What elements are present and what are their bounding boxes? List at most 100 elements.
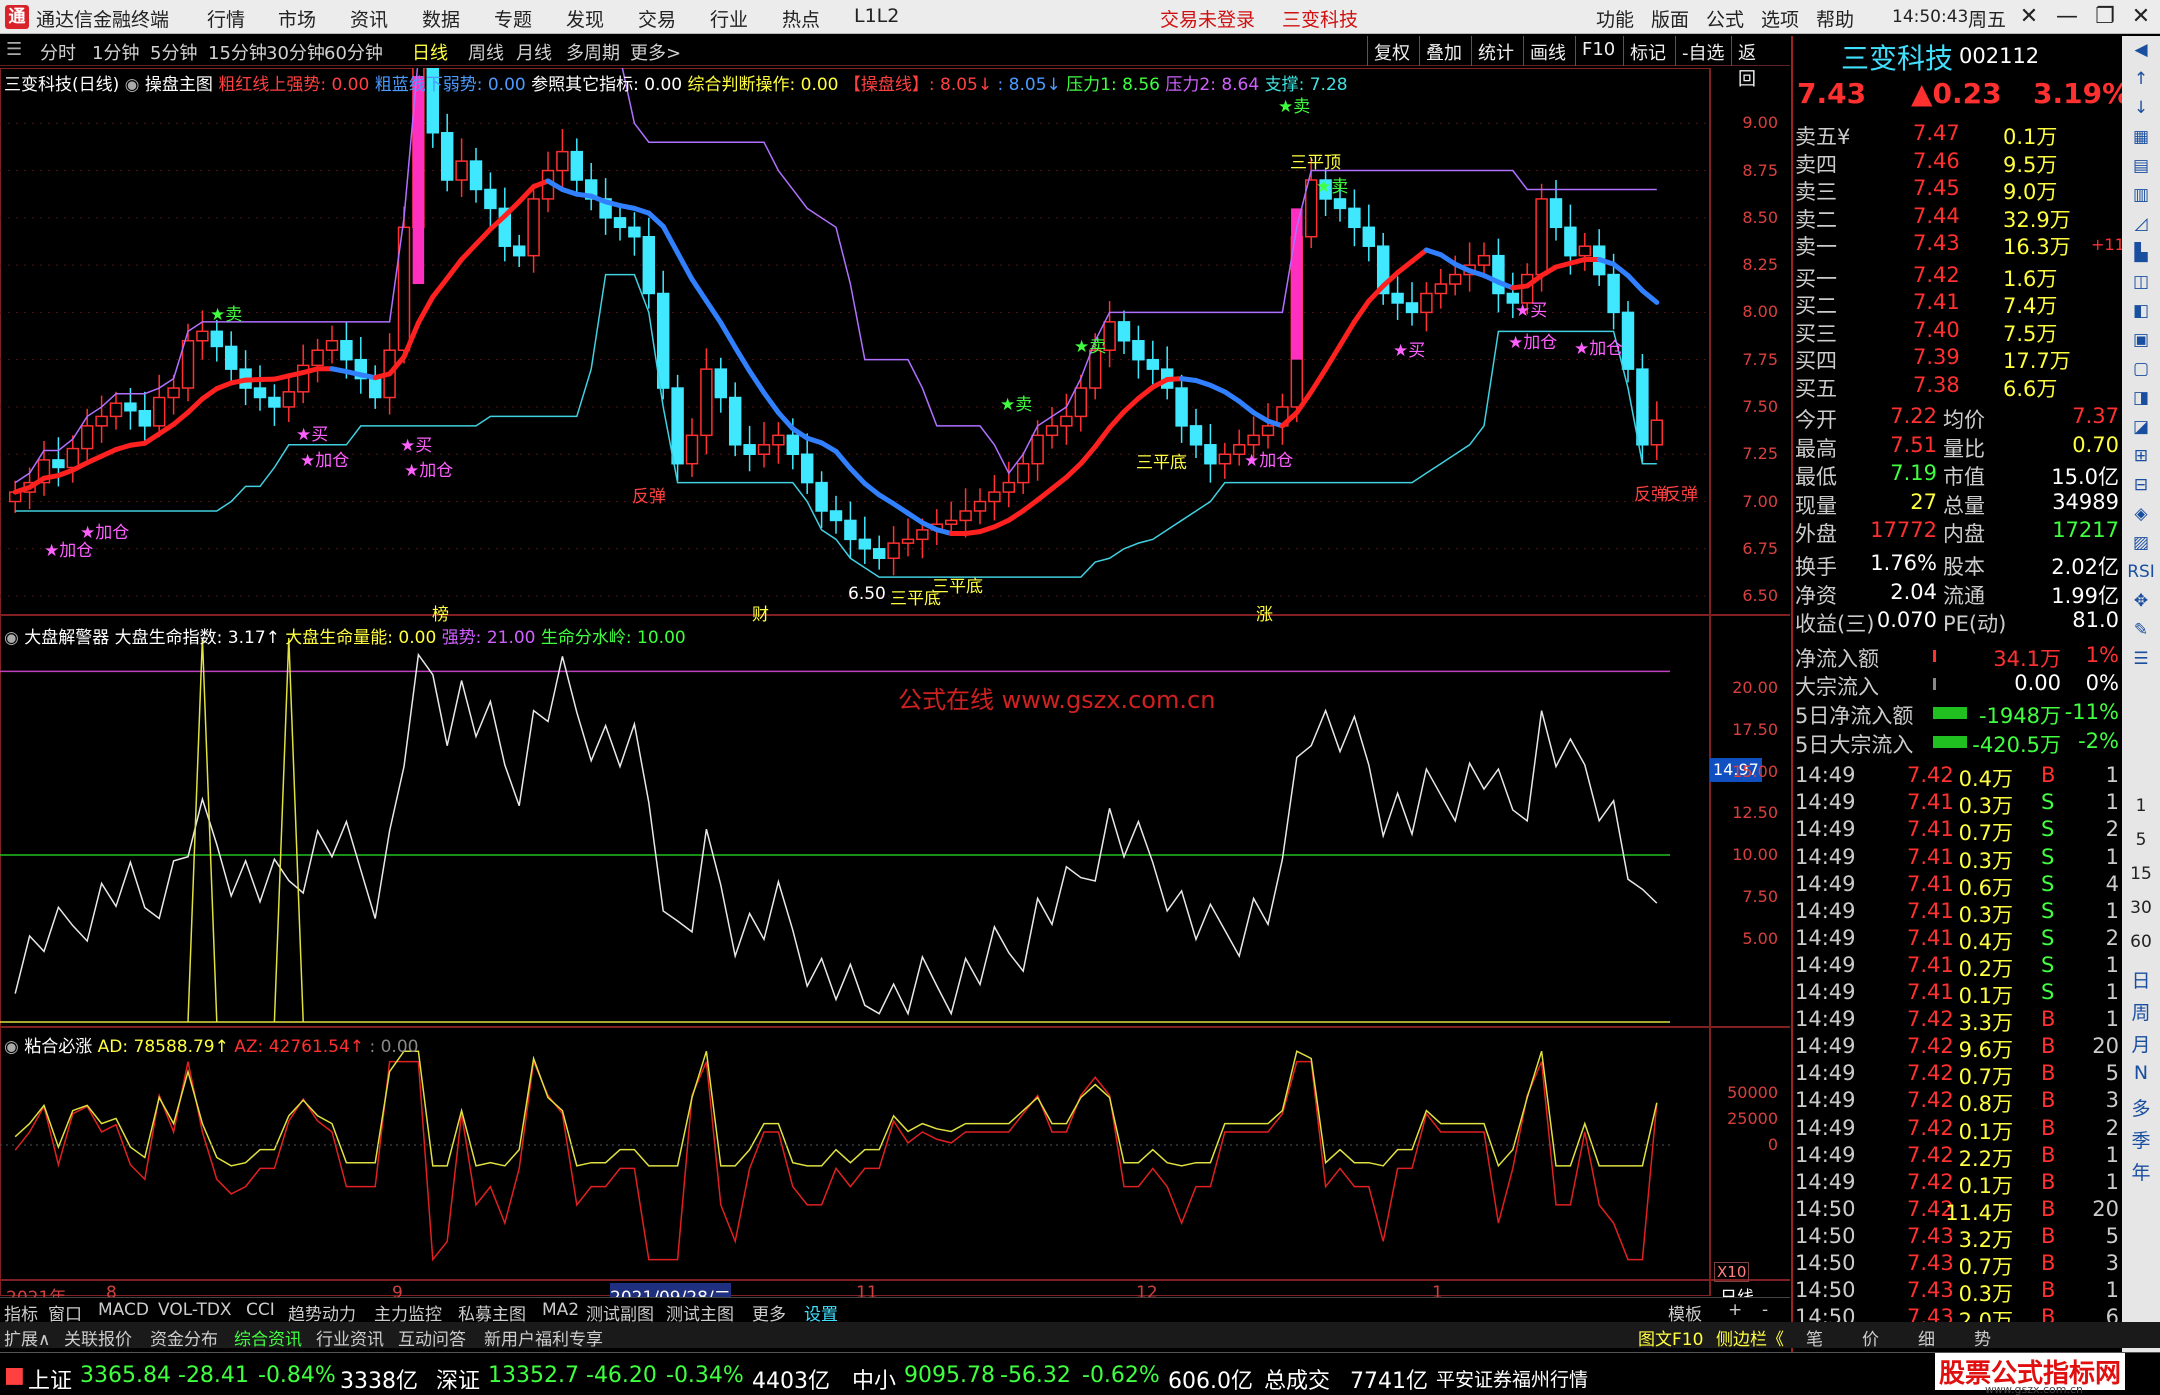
bid-row[interactable]: 买四 7.39 17.7万 [1793, 344, 2123, 373]
side-period-button[interactable]: 日 [2127, 966, 2155, 993]
period-tab[interactable]: 周线 [468, 39, 504, 65]
menu-item[interactable]: 行业 [710, 5, 748, 32]
info-tab-right[interactable]: 笔 [1806, 1325, 1823, 1350]
side-period-button[interactable]: 年 [2127, 1158, 2155, 1185]
side-minute-button[interactable]: 1 [2127, 796, 2155, 816]
sub2-name[interactable]: 粘合必涨 [24, 1037, 92, 1057]
chart-tool-button[interactable]: F10 [1575, 36, 1623, 66]
side-tool-icon[interactable]: ◀ [2127, 40, 2155, 60]
menu-item-right[interactable]: 选项 [1761, 5, 1799, 32]
menu-item[interactable]: 发现 [566, 5, 604, 32]
menu-item-right[interactable]: 功能 [1596, 5, 1634, 32]
period-tab[interactable]: 60分钟 [324, 39, 383, 65]
side-tool-icon[interactable]: ◫ [2127, 272, 2155, 292]
main-indicator-icon[interactable]: ◉ [125, 75, 140, 95]
ask-row[interactable]: 卖一 7.43 16.3万 +11 [1793, 230, 2125, 259]
info-tab[interactable]: 互动问答 [398, 1325, 466, 1350]
period-tab[interactable]: 多周期 [566, 39, 620, 65]
side-tool-icon[interactable]: ◪ [2127, 417, 2155, 437]
sub2-icon[interactable]: ◉ [4, 1037, 19, 1057]
side-tool-icon[interactable]: ▦ [2127, 127, 2155, 147]
menu-item[interactable]: 资讯 [350, 5, 388, 32]
menu-item[interactable]: 交易 [638, 5, 676, 32]
side-tool-icon[interactable]: ◿ [2127, 214, 2155, 234]
template-tab[interactable]: - [1762, 1300, 1768, 1320]
menu-item[interactable]: 市场 [278, 5, 316, 32]
side-minute-button[interactable]: 5 [2127, 830, 2155, 850]
bid-row[interactable]: 买一 7.42 1.6万 [1793, 262, 2123, 291]
side-period-button[interactable]: N [2127, 1062, 2155, 1084]
side-tool-icon[interactable]: ▥ [2127, 185, 2155, 205]
side-minute-button[interactable]: 30 [2127, 898, 2155, 918]
ask-row[interactable]: 卖四 7.46 9.5万 [1793, 148, 2123, 177]
period-tab[interactable]: 更多> [630, 39, 681, 65]
period-tab[interactable]: 分时 [40, 39, 76, 65]
menu-item[interactable]: 专题 [494, 5, 532, 32]
period-tab[interactable]: 5分钟 [150, 39, 197, 65]
side-period-button[interactable]: 周 [2127, 998, 2155, 1025]
stock-tag[interactable]: 三变科技 [1282, 5, 1358, 32]
side-tool-icon[interactable]: ↓ [2127, 98, 2155, 118]
info-tab[interactable]: 扩展∧ [4, 1325, 50, 1350]
chart-tool-button[interactable]: -自选 [1675, 36, 1731, 66]
indicator-tab[interactable]: MACD [98, 1300, 149, 1320]
menu-item[interactable]: 数据 [422, 5, 460, 32]
zx-name[interactable]: 中小 [852, 1363, 896, 1395]
ask-row[interactable]: 卖三 7.45 9.0万 [1793, 175, 2123, 204]
info-tab-right[interactable]: 细 [1918, 1325, 1935, 1350]
close-icon[interactable]: ✕ [2124, 2, 2158, 32]
side-minute-button[interactable]: 60 [2127, 932, 2155, 952]
side-tool-icon[interactable]: ⊟ [2127, 475, 2155, 495]
info-tab[interactable]: 行业资讯 [316, 1325, 384, 1350]
chart-tool-button[interactable]: 返回 [1731, 36, 1777, 90]
side-tool-icon[interactable]: ◧ [2127, 301, 2155, 321]
side-tool-icon[interactable]: ◨ [2127, 388, 2155, 408]
info-tab-right[interactable]: 侧边栏《 [1716, 1325, 1784, 1350]
sz-name[interactable]: 深证 [436, 1363, 480, 1395]
side-tool-icon[interactable]: RSI [2127, 562, 2155, 582]
template-tab[interactable]: + [1728, 1300, 1742, 1320]
chart-tool-button[interactable]: 标记 [1623, 36, 1675, 66]
login-notice[interactable]: 交易未登录 [1160, 5, 1255, 32]
info-tab[interactable]: 综合资讯 [234, 1325, 302, 1350]
period-menu-icon[interactable]: ☰ [6, 39, 22, 60]
period-tab[interactable]: 30分钟 [266, 39, 325, 65]
bid-row[interactable]: 买五 7.38 6.6万 [1793, 372, 2123, 401]
restore-icon[interactable]: ❐ [2088, 2, 2122, 32]
minimize-icon[interactable]: — [2050, 2, 2084, 32]
info-tab[interactable]: 关联报价 [64, 1325, 132, 1350]
kline-chart[interactable] [0, 68, 1790, 1296]
side-tool-icon[interactable]: ⊞ [2127, 446, 2155, 466]
chart-tool-button[interactable]: 复权 [1367, 36, 1419, 66]
menu-item[interactable]: 热点 [782, 5, 820, 32]
chart-tool-button[interactable]: 画线 [1523, 36, 1575, 66]
period-tab[interactable]: 15分钟 [208, 39, 267, 65]
chart-tool-button[interactable]: 叠加 [1419, 36, 1471, 66]
stock-name[interactable]: 三变科技 [1841, 37, 1953, 77]
side-tool-icon[interactable]: ▣ [2127, 330, 2155, 350]
sub1-icon[interactable]: ◉ [4, 628, 19, 648]
indicator-tab[interactable]: CCI [246, 1300, 275, 1320]
side-tool-icon[interactable]: ✥ [2127, 591, 2155, 611]
chart-tool-button[interactable]: 统计 [1471, 36, 1523, 66]
menu-item[interactable]: 行情 [207, 5, 245, 32]
period-tab[interactable]: 1分钟 [92, 39, 139, 65]
menu-item-right[interactable]: 公式 [1706, 5, 1744, 32]
sh-name[interactable]: 上证 [28, 1363, 72, 1395]
x10-label[interactable]: X10 [1714, 1262, 1750, 1282]
period-tab[interactable]: 日线 [412, 39, 448, 65]
indicator-tab[interactable]: VOL-TDX [158, 1300, 232, 1320]
side-tool-icon[interactable]: ✎ [2127, 620, 2155, 640]
menu-item-right[interactable]: 帮助 [1816, 5, 1854, 32]
side-tool-icon[interactable]: ◈ [2127, 504, 2155, 524]
bid-row[interactable]: 买二 7.41 7.4万 [1793, 289, 2123, 318]
side-minute-button[interactable]: 15 [2127, 864, 2155, 884]
side-tool-icon[interactable]: ↑ [2127, 69, 2155, 89]
main-indicator[interactable]: 操盘主图 [145, 75, 213, 95]
side-period-button[interactable]: 月 [2127, 1030, 2155, 1057]
side-period-button[interactable]: 多 [2127, 1094, 2155, 1121]
info-tab-right[interactable]: 图文F10 [1638, 1325, 1703, 1350]
ask-row[interactable]: 卖二 7.44 32.9万 [1793, 203, 2123, 232]
info-tab-right[interactable]: 价 [1862, 1325, 1879, 1350]
side-period-button[interactable]: 季 [2127, 1126, 2155, 1153]
